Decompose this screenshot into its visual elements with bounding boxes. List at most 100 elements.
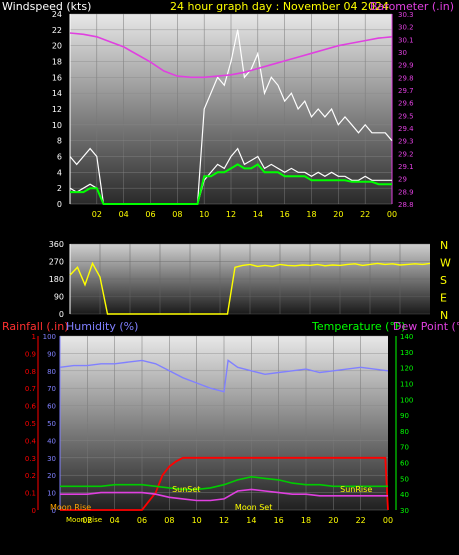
rainfall-tick-label: 1 [32,333,36,341]
weather-charts: 02468101214161820222428.828.92929.129.22… [25,10,451,525]
barometer-tick-label: 29.4 [398,125,414,133]
time-tick-label: 16 [274,516,284,525]
time-tick-label: 04 [119,210,129,219]
windspeed-tick-label: 12 [52,105,62,114]
time-tick-label: 12 [226,210,236,219]
humidity-tick-label: 100 [43,333,56,341]
humidity-tick-label: 70 [47,385,56,393]
rainfall-tick-label: 0.5 [25,420,36,428]
temperature-tick-label: 50 [400,475,409,483]
rainfall-tick-label: 0.6 [25,403,37,411]
temperature-tick-label: 30 [400,507,409,515]
rainfall-tick-label: 0.1 [25,490,36,498]
barometer-tick-label: 29.5 [398,112,414,120]
temperature-tick-label: 60 [400,460,409,468]
time-tick-label: 22 [356,516,366,525]
time-tick-label: 10 [192,516,202,525]
time-tick-label: 04 [110,516,120,525]
time-tick-label: 20 [333,210,343,219]
barometer-tick-label: 29.3 [398,138,414,146]
windspeed-tick-label: 0 [57,200,62,209]
compass-label: N [440,309,448,322]
windspeed-tick-label: 2 [57,184,62,193]
time-tick-label: 18 [306,210,316,219]
time-tick-label: 06 [145,210,155,219]
sunrise-annotation: SunRise [340,485,372,494]
time-tick-label: 14 [246,516,256,525]
temperature-tick-label: 90 [400,412,409,420]
moonset-annotation: Moon Set [235,503,272,512]
time-tick-label: 10 [199,210,209,219]
rainfall-tick-label: 0.8 [25,368,36,376]
time-tick-label: 14 [253,210,263,219]
temperature-tick-label: 80 [400,428,409,436]
direction-tick-label: 270 [49,258,64,267]
direction-tick-label: 360 [49,240,64,249]
humidity-tick-label: 50 [47,420,56,428]
rainfall-tick-label: 0.7 [25,385,36,393]
compass-label: W [440,257,451,270]
barometer-tick-label: 30.3 [398,11,414,19]
humidity-tick-label: 10 [47,490,56,498]
barometer-tick-label: 28.8 [398,201,414,209]
windspeed-tick-label: 8 [57,137,62,146]
time-tick-label: 20 [328,516,338,525]
moonrise-time-annotation: Moon Rise [66,516,102,524]
time-tick-label: 18 [301,516,311,525]
moonrise-annotation: Moon Rise [50,503,91,512]
windspeed-tick-label: 22 [52,26,62,35]
windspeed-tick-label: 16 [52,73,62,82]
humidity-tick-label: 40 [47,437,56,445]
rainfall-tick-label: 0 [32,507,36,515]
barometer-tick-label: 29.9 [398,62,414,70]
windspeed-tick-label: 10 [52,121,62,130]
time-tick-label: 16 [280,210,290,219]
windspeed-tick-label: 4 [57,168,62,177]
barometer-tick-label: 29.7 [398,87,414,95]
direction-tick-label: 180 [49,275,64,284]
time-tick-label: 00 [383,516,393,525]
windspeed-tick-label: 6 [57,153,62,162]
sunset-annotation: SunSet [172,485,200,494]
temperature-tick-label: 120 [400,365,413,373]
humidity-tick-label: 60 [47,403,56,411]
time-tick-label: 08 [172,210,182,219]
direction-tick-label: 90 [54,293,64,302]
humidity-tick-label: 30 [47,455,56,463]
time-tick-label: 12 [219,516,229,525]
windspeed-tick-label: 24 [52,10,62,19]
rainfall-tick-label: 0.9 [25,350,36,358]
temperature-tick-label: 140 [400,333,413,341]
temperature-tick-label: 110 [400,380,413,388]
barometer-tick-label: 29.1 [398,163,414,171]
windspeed-tick-label: 18 [52,58,62,67]
compass-label: N [440,239,448,252]
barometer-tick-label: 29.6 [398,100,414,108]
compass-label: S [440,274,447,287]
barometer-tick-label: 30.1 [398,36,414,44]
time-tick-label: 08 [164,516,174,525]
windspeed-tick-label: 14 [52,89,62,98]
humidity-tick-label: 20 [47,472,56,480]
barometer-tick-label: 29 [398,176,407,184]
time-tick-label: 22 [360,210,370,219]
time-tick-label: 02 [92,210,102,219]
humidity-tick-label: 90 [47,350,56,358]
humidity-tick-label: 80 [47,368,56,376]
compass-label: E [440,292,447,305]
barometer-tick-label: 30 [398,49,407,57]
barometer-tick-label: 28.9 [398,188,414,196]
temperature-tick-label: 130 [400,349,413,357]
temperature-tick-label: 100 [400,396,413,404]
time-tick-label: 06 [137,516,147,525]
rainfall-tick-label: 0.2 [25,472,36,480]
temperature-tick-label: 40 [400,491,409,499]
rainfall-tick-label: 0.3 [25,455,36,463]
time-tick-label: 00 [387,210,397,219]
barometer-tick-label: 30.2 [398,24,414,32]
windspeed-tick-label: 20 [52,42,62,51]
direction-tick-label: 0 [59,310,64,319]
barometer-tick-label: 29.2 [398,150,414,158]
temperature-tick-label: 70 [400,444,409,452]
barometer-tick-label: 29.8 [398,74,414,82]
